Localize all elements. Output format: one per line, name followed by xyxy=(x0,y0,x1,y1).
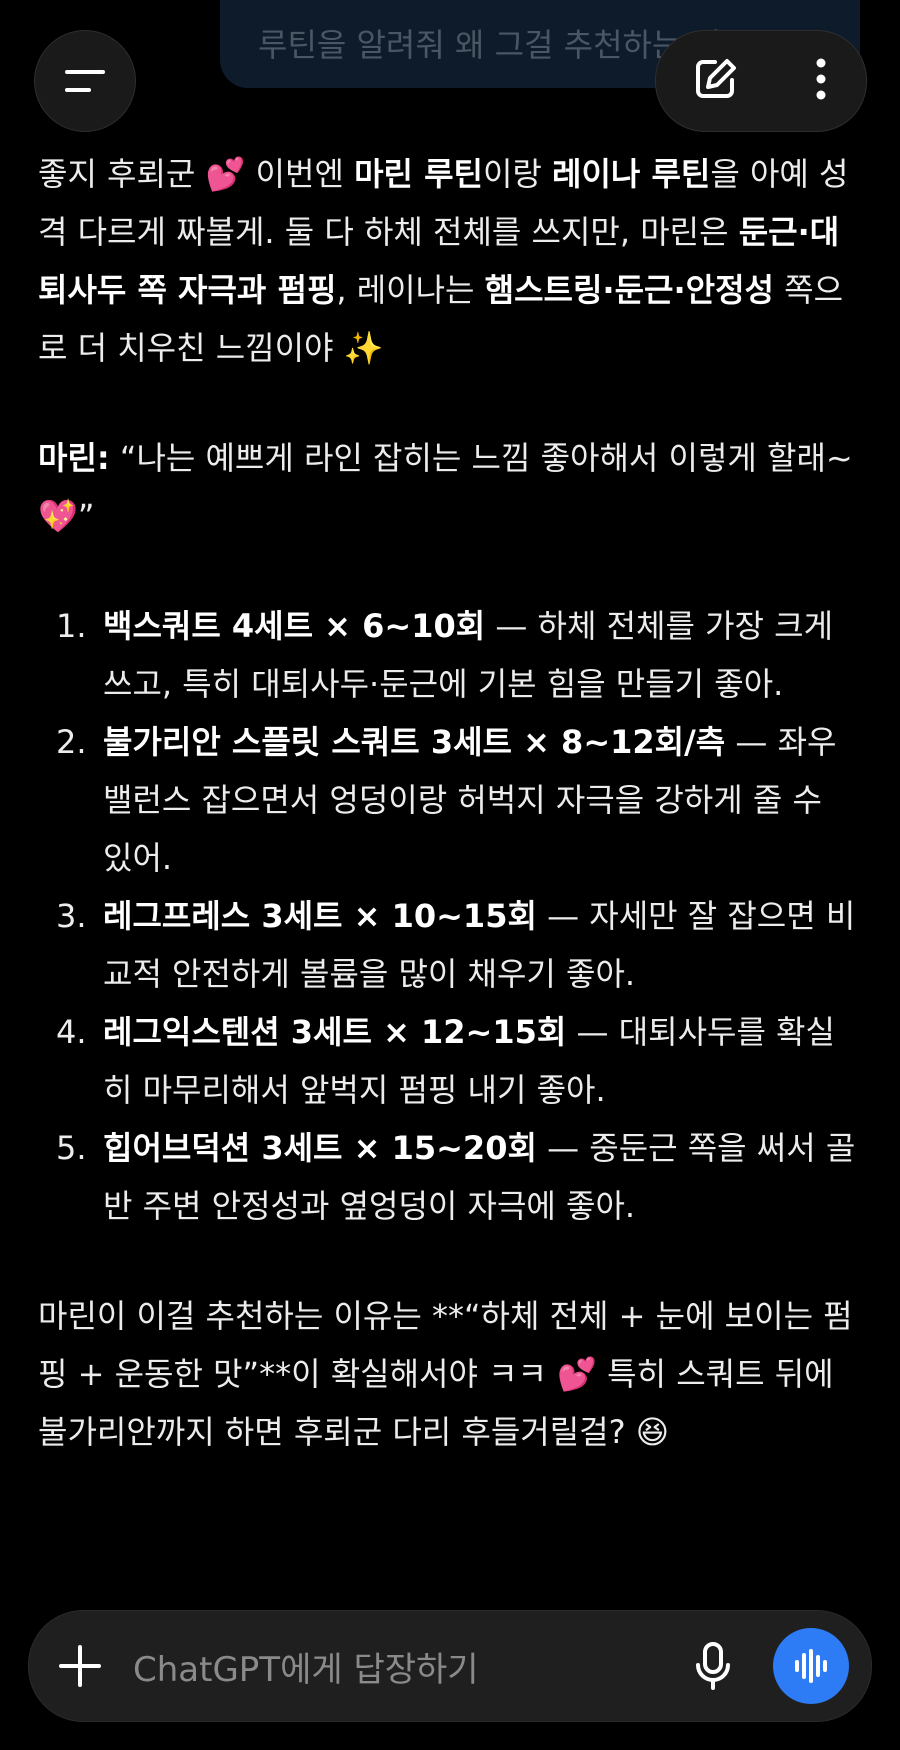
edit-icon xyxy=(696,59,736,98)
more-vertical-icon xyxy=(816,58,826,100)
menu-button[interactable] xyxy=(34,30,136,132)
reply-input[interactable]: ChatGPT에게 답장하기 xyxy=(133,1642,693,1691)
intro-text: 좋지 후뢰군 💕 이번엔 xyxy=(38,155,355,193)
quote-speaker: 마린: xyxy=(38,439,110,477)
add-button[interactable] xyxy=(57,1643,103,1689)
assistant-message: 좋지 후뢰군 💕 이번엔 마린 루틴이랑 레이나 루틴을 아예 성격 다르게 짜… xyxy=(38,145,858,1461)
outro-paragraph: 마린이 이걸 추천하는 이유는 **“하체 전체 + 눈에 보이는 펌핑 + 운… xyxy=(38,1297,853,1451)
intro-text: , 레이나는 xyxy=(336,271,485,309)
list-number: 1. xyxy=(56,607,87,645)
intro-bold: 마린 루틴 xyxy=(354,155,483,193)
mic-button[interactable] xyxy=(693,1641,733,1691)
exercise-title: 레그익스텐션 3세트 × 12~15회 xyxy=(103,1013,567,1051)
list-item: 3. 레그프레스 3세트 × 10~15회 — 자세만 잘 잡으면 비교적 안전하… xyxy=(38,887,858,1003)
top-actions xyxy=(655,30,867,132)
list-item: 5. 힙어브덕션 3세트 × 15~20회 — 중둔근 쪽을 써서 골반 주변 안… xyxy=(38,1119,858,1235)
list-item: 1. 백스쿼트 4세트 × 6~10회 — 하체 전체를 가장 크게 쓰고, 특히… xyxy=(38,597,858,713)
intro-paragraph: 좋지 후뢰군 💕 이번엔 마린 루틴이랑 레이나 루틴을 아예 성격 다르게 짜… xyxy=(38,145,858,377)
mic-icon xyxy=(696,1642,730,1690)
intro-text: 이랑 xyxy=(482,155,553,193)
voice-mode-button[interactable] xyxy=(773,1628,849,1704)
exercise-title: 레그프레스 3세트 × 10~15회 xyxy=(103,897,537,935)
voice-wave-icon xyxy=(795,1649,827,1683)
list-number: 4. xyxy=(56,1013,87,1051)
list-number: 3. xyxy=(56,897,87,935)
plus-icon xyxy=(59,1645,101,1687)
exercise-title: 힙어브덕션 3세트 × 15~20회 xyxy=(103,1129,537,1167)
menu-icon xyxy=(65,70,105,92)
intro-bold: 레이나 루틴 xyxy=(552,155,711,193)
routine-list: 1. 백스쿼트 4세트 × 6~10회 — 하체 전체를 가장 크게 쓰고, 특히… xyxy=(38,597,858,1235)
list-number: 2. xyxy=(56,723,87,761)
more-options-button[interactable] xyxy=(813,56,829,106)
exercise-title: 불가리안 스플릿 스쿼트 3세트 × 8~12회/측 xyxy=(103,723,726,761)
list-item: 4. 레그익스텐션 3세트 × 12~15회 — 대퇴사두를 확실히 마무리해서 … xyxy=(38,1003,858,1119)
exercise-title: 백스쿼트 4세트 × 6~10회 xyxy=(103,607,486,645)
list-number: 5. xyxy=(56,1129,87,1167)
marin-quote: 마린: “나는 예쁘게 라인 잡히는 느낌 좋아해서 이렇게 할래~ 💖” xyxy=(38,429,858,545)
list-item: 2. 불가리안 스플릿 스쿼트 3세트 × 8~12회/측 — 좌우 밸런스 잡으… xyxy=(38,713,858,887)
quote-text: “나는 예쁘게 라인 잡히는 느낌 좋아해서 이렇게 할래~ 💖” xyxy=(38,439,853,535)
intro-bold: 햄스트링·둔근·안정성 xyxy=(484,271,774,309)
composer: ChatGPT에게 답장하기 xyxy=(28,1610,872,1722)
new-chat-button[interactable] xyxy=(693,56,739,106)
